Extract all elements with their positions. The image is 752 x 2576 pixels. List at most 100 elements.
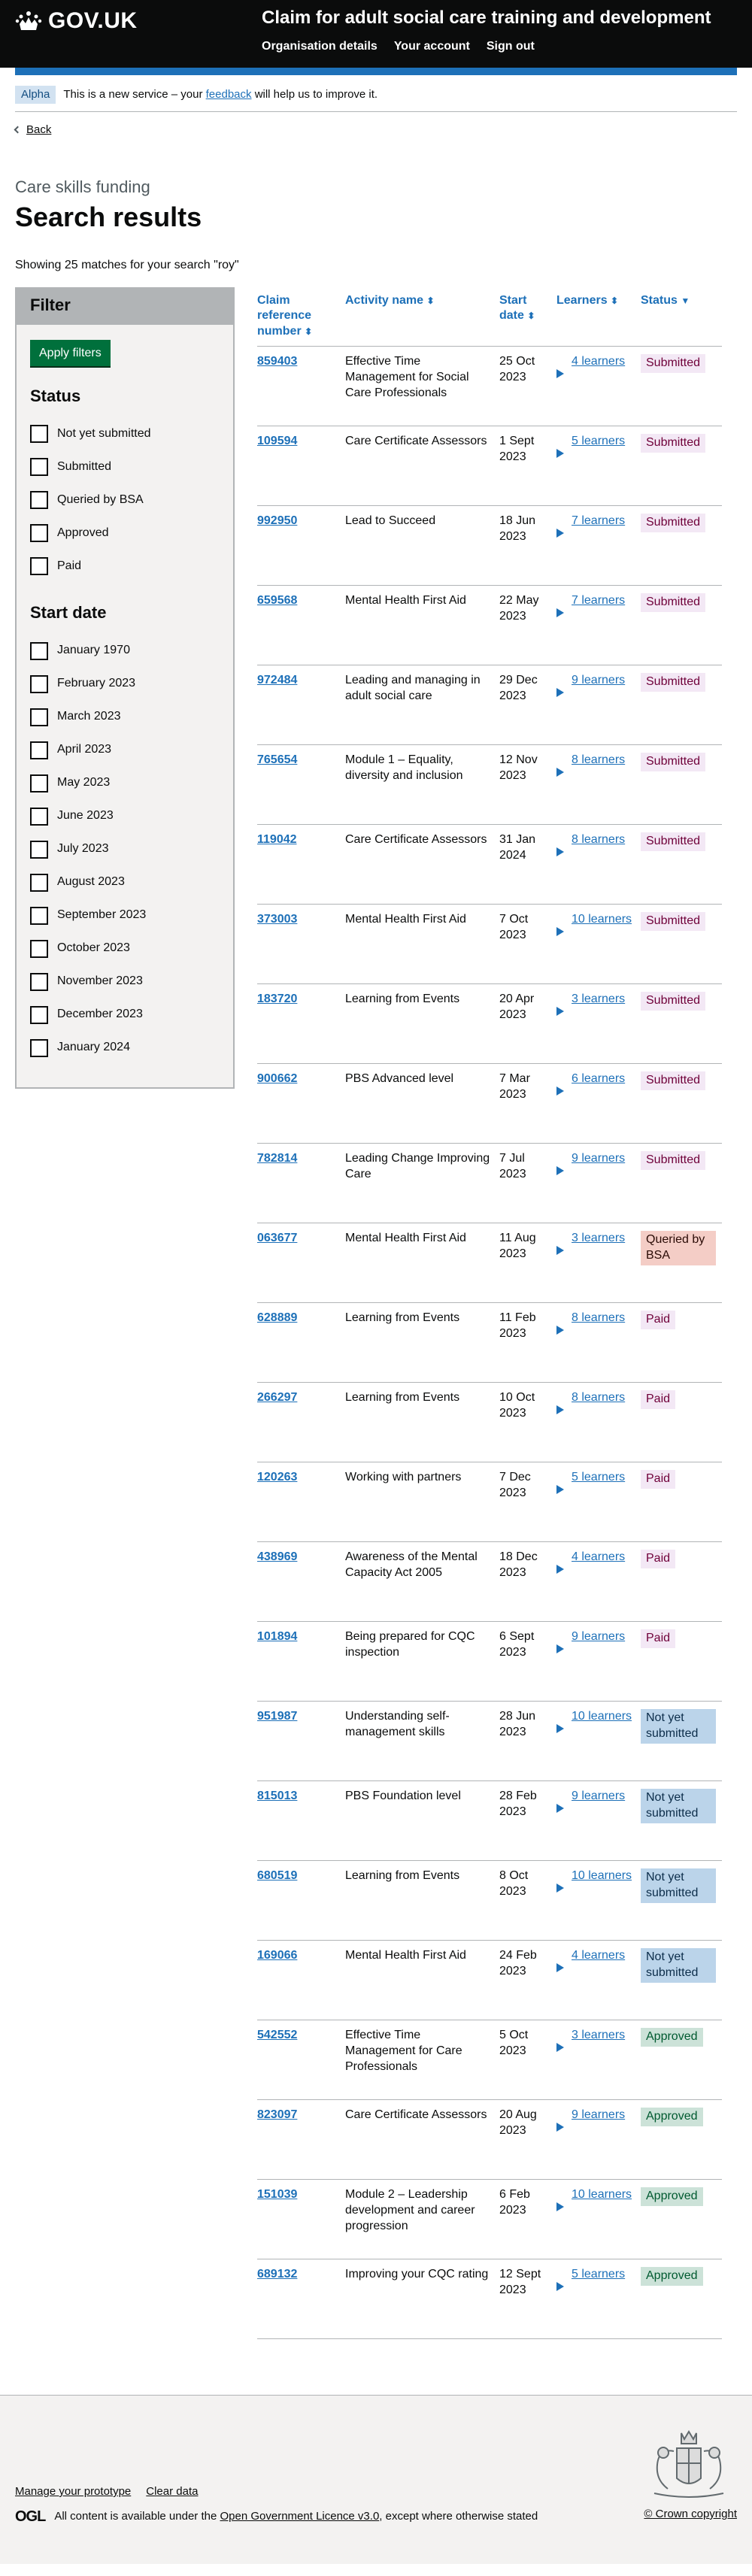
learners-link[interactable]: 4 learners (572, 1550, 625, 1565)
learners-link[interactable]: 10 learners (572, 912, 632, 928)
col-header-learners[interactable]: Learners ⬍ (556, 286, 641, 347)
checkbox[interactable] (30, 939, 48, 958)
status-checkbox-item[interactable]: Paid (30, 550, 220, 583)
details-toggle-icon[interactable] (556, 688, 564, 698)
claim-ref-link[interactable]: 765654 (257, 753, 297, 766)
learners-link[interactable]: 9 learners (572, 1789, 625, 1805)
start-date-checkbox-item[interactable]: August 2023 (30, 866, 220, 899)
checkbox[interactable] (30, 741, 48, 759)
claim-ref-link[interactable]: 438969 (257, 1550, 297, 1563)
details-toggle-icon[interactable] (556, 1405, 564, 1415)
claim-ref-link[interactable]: 992950 (257, 514, 297, 527)
details-toggle-icon[interactable] (556, 1485, 564, 1495)
checkbox[interactable] (30, 774, 48, 792)
details-toggle-icon[interactable] (556, 1326, 564, 1335)
details-toggle-icon[interactable] (556, 608, 564, 618)
claim-ref-link[interactable]: 659568 (257, 594, 297, 607)
claim-ref-link[interactable]: 266297 (257, 1391, 297, 1404)
details-toggle-icon[interactable] (556, 2282, 564, 2292)
start-date-checkbox-item[interactable]: July 2023 (30, 833, 220, 866)
checkbox[interactable] (30, 557, 48, 576)
claim-ref-link[interactable]: 628889 (257, 1311, 297, 1324)
learners-link[interactable]: 8 learners (572, 832, 625, 848)
claim-ref-link[interactable]: 169066 (257, 1949, 297, 1962)
learners-link[interactable]: 9 learners (572, 1151, 625, 1167)
learners-link[interactable]: 3 learners (572, 992, 625, 1008)
learners-link[interactable]: 5 learners (572, 2267, 625, 2283)
learners-link[interactable]: 10 learners (572, 1709, 632, 1725)
nav-sign-out[interactable]: Sign out (487, 39, 535, 55)
details-toggle-icon[interactable] (556, 2202, 564, 2212)
details-toggle-icon[interactable] (556, 1804, 564, 1814)
status-checkbox-item[interactable]: Submitted (30, 450, 220, 483)
start-date-checkbox-item[interactable]: May 2023 (30, 767, 220, 800)
claim-ref-link[interactable]: 119042 (257, 833, 297, 846)
checkbox[interactable] (30, 840, 48, 859)
details-toggle-icon[interactable] (556, 2043, 564, 2053)
learners-link[interactable]: 9 learners (572, 2108, 625, 2123)
claim-ref-link[interactable]: 782814 (257, 1152, 297, 1165)
details-toggle-icon[interactable] (556, 369, 564, 379)
claim-ref-link[interactable]: 542552 (257, 2029, 297, 2041)
claim-ref-link[interactable]: 823097 (257, 2108, 297, 2121)
col-header-start-date[interactable]: Start date ⬍ (499, 286, 556, 347)
details-toggle-icon[interactable] (556, 2123, 564, 2132)
details-toggle-icon[interactable] (556, 1724, 564, 1734)
details-toggle-icon[interactable] (556, 449, 564, 459)
checkbox[interactable] (30, 972, 48, 991)
open-government-licence-link[interactable]: Open Government Licence v3.0 (220, 2509, 380, 2524)
learners-link[interactable]: 5 learners (572, 434, 625, 450)
claim-ref-link[interactable]: 109594 (257, 435, 297, 447)
details-toggle-icon[interactable] (556, 1884, 564, 1893)
apply-filters-button[interactable]: Apply filters (30, 339, 111, 366)
checkbox[interactable] (30, 425, 48, 444)
status-checkbox-item[interactable]: Approved (30, 517, 220, 550)
feedback-link[interactable]: feedback (206, 87, 252, 102)
checkbox[interactable] (30, 708, 48, 726)
learners-link[interactable]: 3 learners (572, 2028, 625, 2044)
start-date-checkbox-item[interactable]: April 2023 (30, 734, 220, 767)
details-toggle-icon[interactable] (556, 1963, 564, 1973)
checkbox[interactable] (30, 1005, 48, 1024)
checkbox[interactable] (30, 524, 48, 543)
details-toggle-icon[interactable] (556, 529, 564, 538)
checkbox[interactable] (30, 873, 48, 892)
details-toggle-icon[interactable] (556, 1644, 564, 1654)
govuk-logo-link[interactable]: GOV.UK (15, 6, 138, 35)
claim-ref-link[interactable]: 151039 (257, 2188, 297, 2201)
learners-link[interactable]: 7 learners (572, 593, 625, 609)
details-toggle-icon[interactable] (556, 1246, 564, 1256)
start-date-checkbox-item[interactable]: March 2023 (30, 701, 220, 734)
status-checkbox-item[interactable]: Not yet submitted (30, 417, 220, 450)
learners-link[interactable]: 9 learners (572, 673, 625, 689)
start-date-checkbox-item[interactable]: February 2023 (30, 668, 220, 701)
claim-ref-link[interactable]: 680519 (257, 1869, 297, 1882)
start-date-checkbox-item[interactable]: January 1970 (30, 635, 220, 668)
checkbox[interactable] (30, 906, 48, 925)
start-date-checkbox-item[interactable]: November 2023 (30, 965, 220, 999)
checkbox[interactable] (30, 458, 48, 477)
start-date-checkbox-item[interactable]: December 2023 (30, 999, 220, 1032)
clear-data-link[interactable]: Clear data (146, 2484, 198, 2499)
details-toggle-icon[interactable] (556, 1086, 564, 1096)
crown-copyright-link[interactable]: © Crown copyright (644, 2508, 737, 2520)
col-header-status[interactable]: Status ▼ (641, 286, 722, 347)
learners-link[interactable]: 6 learners (572, 1071, 625, 1087)
learners-link[interactable]: 8 learners (572, 1390, 625, 1406)
claim-ref-link[interactable]: 063677 (257, 1232, 297, 1244)
details-toggle-icon[interactable] (556, 927, 564, 937)
details-toggle-icon[interactable] (556, 847, 564, 857)
claim-ref-link[interactable]: 900662 (257, 1072, 297, 1085)
service-name[interactable]: Claim for adult social care training and… (262, 6, 711, 29)
checkbox[interactable] (30, 1038, 48, 1057)
learners-link[interactable]: 4 learners (572, 1948, 625, 1964)
claim-ref-link[interactable]: 951987 (257, 1710, 297, 1723)
checkbox[interactable] (30, 641, 48, 660)
claim-ref-link[interactable]: 183720 (257, 993, 297, 1005)
learners-link[interactable]: 10 learners (572, 2187, 632, 2203)
details-toggle-icon[interactable] (556, 1565, 564, 1574)
claim-ref-link[interactable]: 373003 (257, 913, 297, 926)
col-header-activity-name[interactable]: Activity name ⬍ (345, 286, 499, 347)
nav-your-account[interactable]: Your account (394, 39, 470, 55)
start-date-checkbox-item[interactable]: June 2023 (30, 800, 220, 833)
